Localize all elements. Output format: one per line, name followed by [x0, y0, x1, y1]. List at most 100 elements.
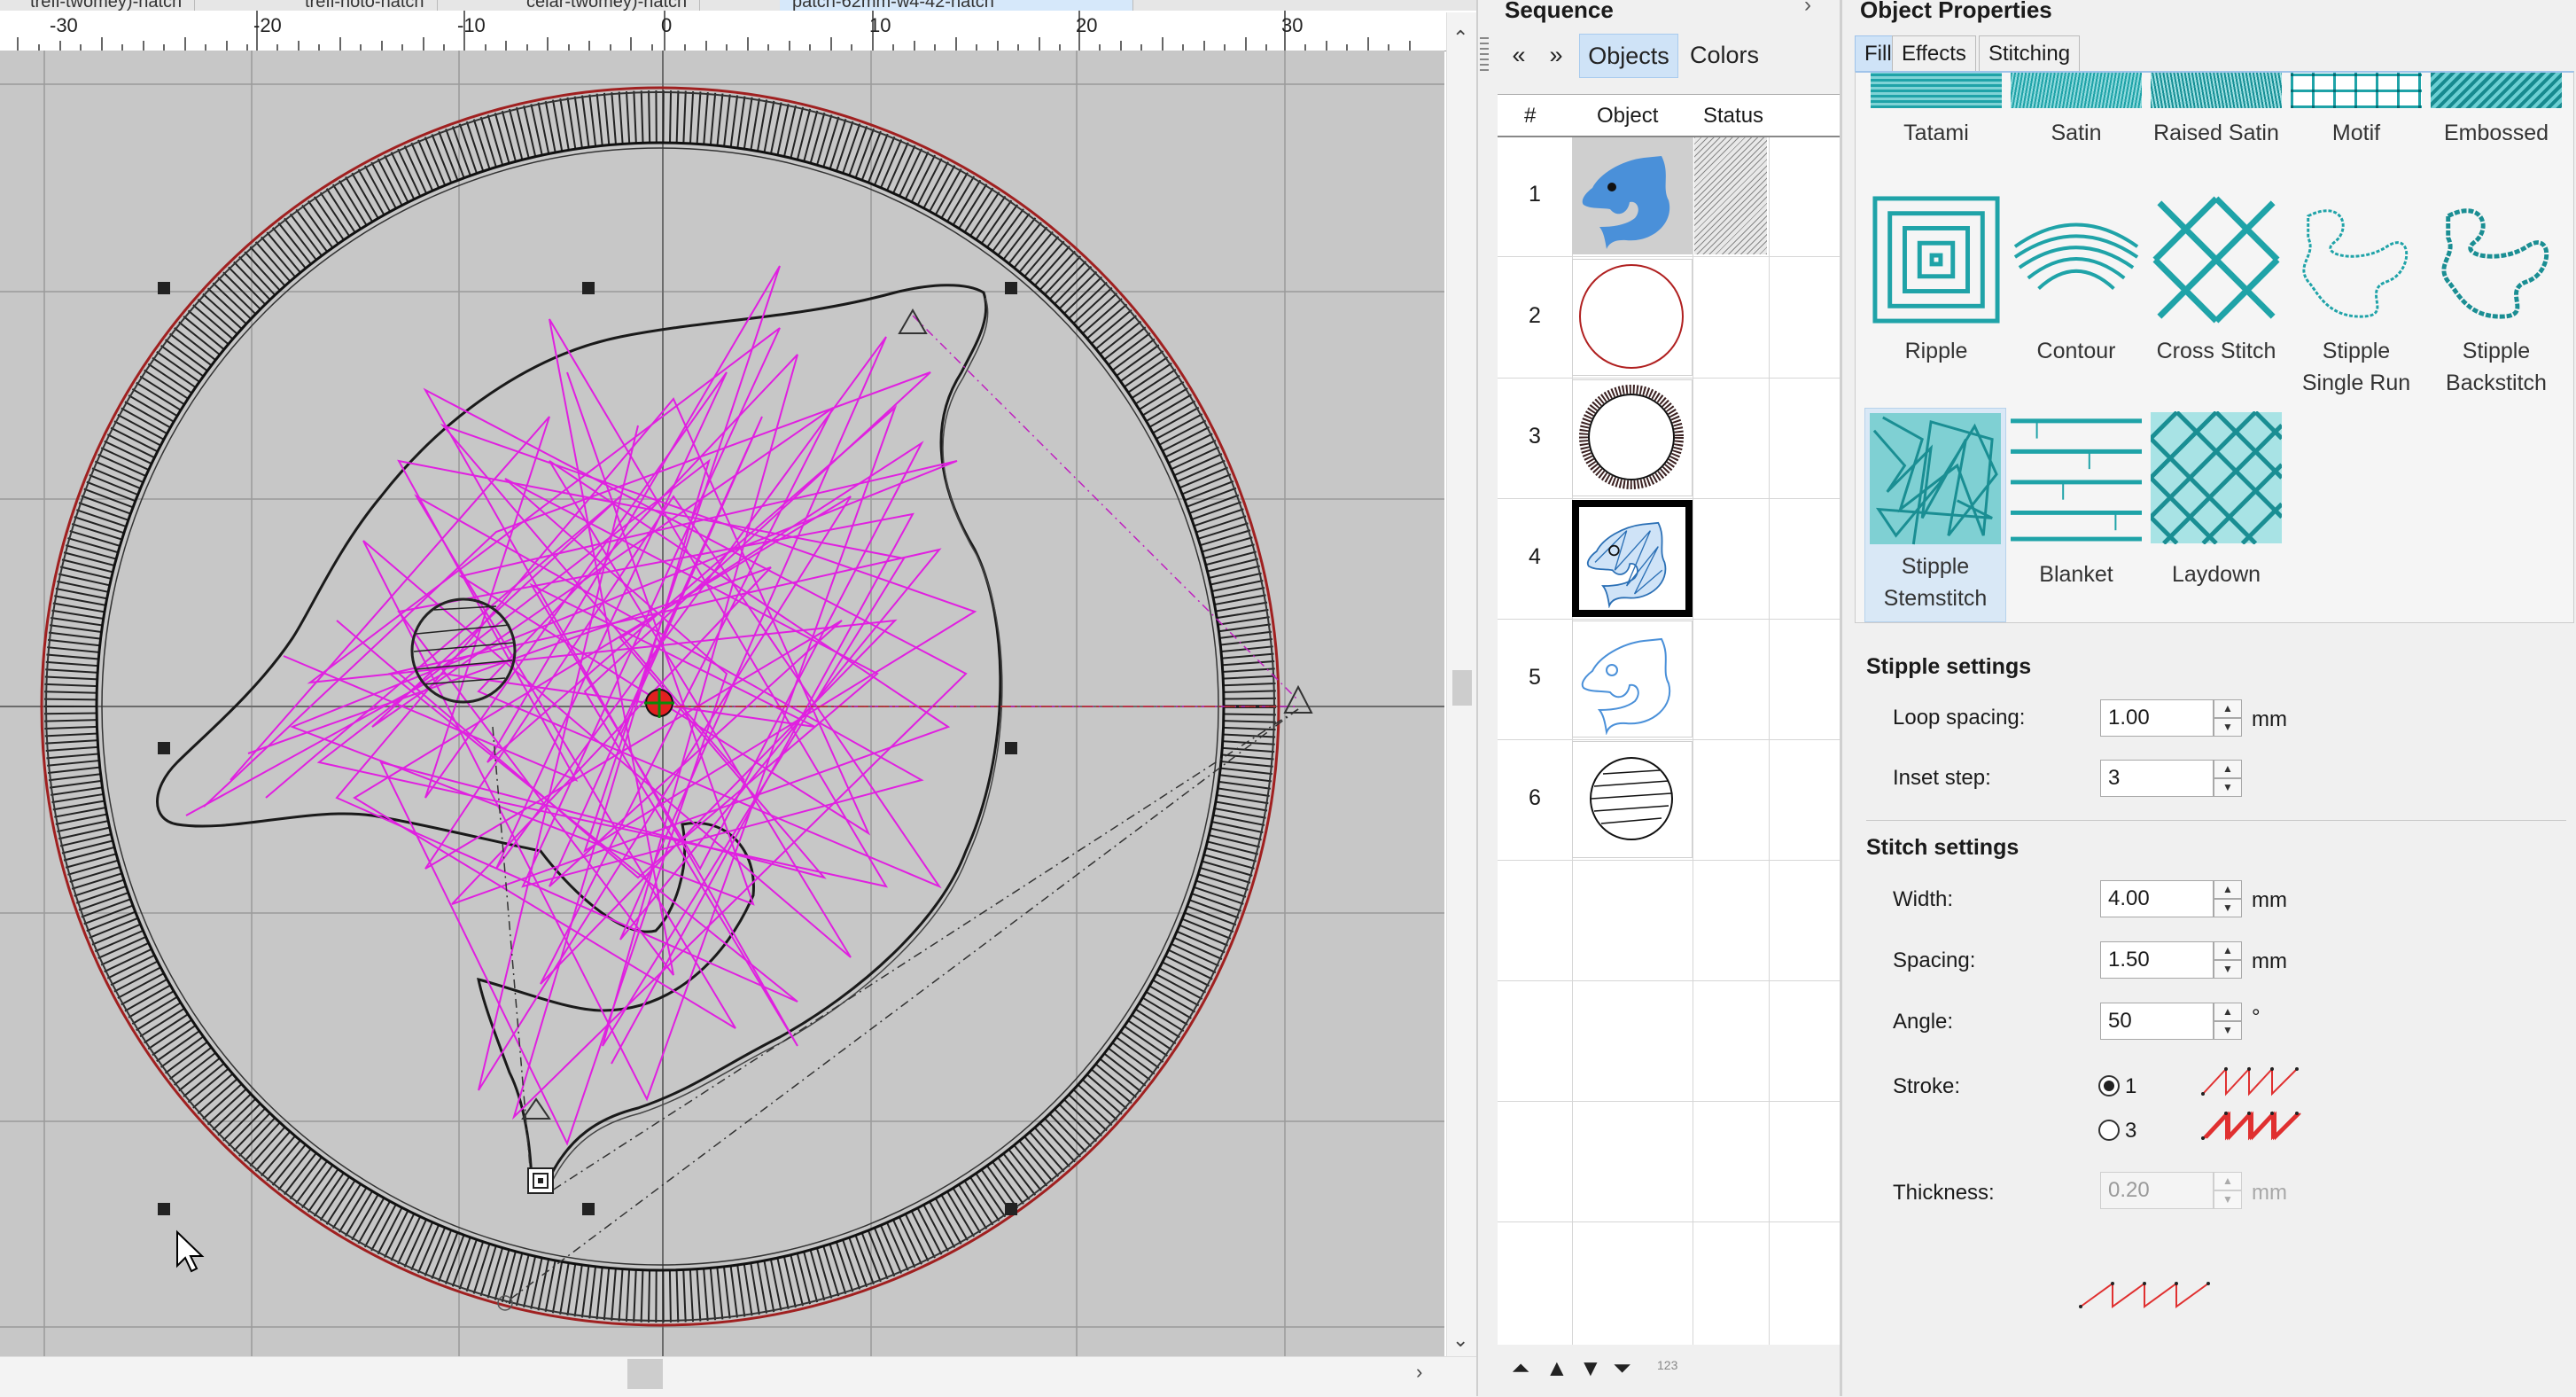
stipple-stemstitch-icon — [1870, 413, 2001, 545]
doc-tab-1[interactable]: trefl-twomey)-hatch — [18, 0, 196, 11]
horizontal-scrollbar[interactable]: › — [0, 1356, 1476, 1397]
move-to-first-button[interactable]: ⏶ — [1512, 1354, 1530, 1383]
dolphin-stipple-thumbnail[interactable] — [1572, 500, 1693, 617]
fill-label: Tatami — [1903, 121, 1969, 145]
fill-ripple[interactable]: Ripple — [1868, 193, 2004, 388]
angle-label: Angle: — [1893, 1010, 1954, 1034]
increment-icon[interactable]: ▲ — [2214, 699, 2242, 718]
chevron-right-icon[interactable]: › — [1804, 0, 1811, 18]
embroidery-design[interactable] — [0, 51, 1444, 1356]
ruler-label: -20 — [253, 14, 282, 36]
fill-label: Embossed — [2443, 121, 2549, 145]
ruler-label: 10 — [869, 14, 891, 36]
decrement-icon[interactable]: ▼ — [2214, 899, 2242, 917]
angle-input[interactable]: 50 — [2100, 1003, 2214, 1040]
sequence-row[interactable]: 4 — [1498, 498, 1840, 620]
hatched-ball-thumbnail[interactable] — [1572, 741, 1693, 858]
dolphin-filled-thumbnail[interactable] — [1572, 137, 1693, 254]
tab-objects[interactable]: Objects — [1579, 34, 1678, 78]
sequence-row[interactable]: 3 — [1498, 378, 1840, 499]
fill-raised-satin[interactable]: Raised Satin — [2148, 73, 2284, 158]
decrement-icon[interactable]: ▼ — [2214, 778, 2242, 797]
width-stepper[interactable]: 4.00 ▲ ▼ — [2100, 880, 2242, 917]
fill-laydown[interactable]: Laydown — [2148, 408, 2284, 603]
fill-tatami[interactable]: Tatami — [1868, 73, 2004, 158]
fill-label: Single Run — [2301, 371, 2411, 395]
inset-step-input[interactable]: 3 — [2100, 760, 2214, 797]
fill-motif[interactable]: Motif — [2288, 73, 2424, 158]
red-circle-thumbnail[interactable] — [1572, 259, 1693, 376]
fill-cross-stitch[interactable]: Cross Stitch — [2148, 193, 2284, 388]
properties-title: Object Properties — [1860, 0, 2052, 23]
fill-stipple-single-run[interactable]: Stipple Single Run — [2288, 193, 2424, 406]
move-down-button[interactable]: ▼ — [1579, 1354, 1602, 1382]
fill-label: Ripple — [1904, 339, 1968, 363]
inset-step-label: Inset step: — [1893, 766, 1991, 790]
fill-stipple-stemstitch[interactable]: Stipple Stemstitch — [1864, 408, 2006, 622]
dolphin-outline-thumbnail[interactable] — [1572, 620, 1693, 738]
increment-icon[interactable]: ▲ — [2214, 880, 2242, 899]
fill-embossed[interactable]: Embossed — [2428, 73, 2564, 158]
vertical-scrollbar[interactable]: ⌃ ⌄ — [1446, 12, 1477, 1356]
doc-tab-2[interactable]: trefl-noto-hatch — [292, 0, 438, 11]
sequence-row[interactable]: 5 — [1498, 619, 1840, 740]
stroke-1-radio[interactable] — [2098, 1075, 2120, 1097]
increment-icon[interactable]: ▲ — [2214, 760, 2242, 778]
move-up-button[interactable]: ▲ — [1545, 1354, 1568, 1382]
thickness-input: 0.20 — [2100, 1172, 2214, 1209]
start-marker-icon[interactable] — [898, 308, 928, 334]
scroll-down-icon[interactable]: ⌄ — [1452, 1329, 1468, 1352]
horizontal-ruler: -30 -20 -10 0 10 20 30 — [0, 11, 1453, 51]
tab-stitching[interactable]: Stitching — [1979, 35, 2081, 72]
fill-label: Stipple — [1901, 554, 1970, 579]
row-number: 5 — [1529, 665, 1541, 690]
inset-step-stepper[interactable]: 3 ▲ ▼ — [2100, 760, 2242, 797]
doc-tab-active[interactable]: patch-62mm-w4-42-hatch — [780, 0, 1133, 11]
stitch-start-icon[interactable] — [527, 1167, 554, 1194]
horizontal-scroll-thumb[interactable] — [627, 1359, 663, 1389]
decrement-icon[interactable]: ▼ — [2214, 718, 2242, 737]
spacing-input[interactable]: 1.50 — [2100, 941, 2214, 979]
decrement-icon[interactable]: ▼ — [2214, 1021, 2242, 1040]
fill-blanket[interactable]: Blanket — [2008, 408, 2144, 603]
move-to-last-button[interactable]: ⏷ — [1613, 1354, 1631, 1383]
sequence-row[interactable]: 1 — [1498, 136, 1840, 257]
laydown-fill-icon — [2151, 411, 2282, 544]
renumber-button[interactable]: 123 — [1657, 1358, 1677, 1372]
fill-label: Contour — [2036, 339, 2116, 363]
vertical-scroll-thumb[interactable] — [1452, 670, 1472, 706]
previous-button[interactable]: « — [1501, 34, 1537, 76]
tab-effects[interactable]: Effects — [1892, 35, 1976, 72]
sequence-object-list[interactable]: # Object Status 1 2 3 4 5 6 — [1498, 94, 1840, 1345]
scroll-right-icon[interactable]: › — [1416, 1361, 1422, 1384]
row-number: 3 — [1529, 424, 1541, 449]
satin-ring-thumbnail[interactable] — [1572, 379, 1693, 496]
fill-satin[interactable]: Satin — [2008, 73, 2144, 158]
motif-fill-icon — [2291, 73, 2422, 108]
increment-icon[interactable]: ▲ — [2214, 941, 2242, 960]
sequence-title: Sequence — [1505, 0, 1614, 23]
embroidery-design-area[interactable] — [0, 51, 1444, 1356]
ruler-label: 20 — [1076, 14, 1098, 36]
width-input[interactable]: 4.00 — [2100, 880, 2214, 917]
stipple-single-run-icon — [2302, 209, 2409, 318]
fill-contour[interactable]: Contour — [2008, 193, 2144, 388]
document-tab-strip: trefl-twomey)-hatch trefl-noto-hatch cel… — [0, 0, 1476, 11]
tab-colors[interactable]: Colors — [1680, 34, 1769, 76]
decrement-icon[interactable]: ▼ — [2214, 960, 2242, 979]
increment-icon[interactable]: ▲ — [2214, 1003, 2242, 1021]
fill-stipple-backstitch[interactable]: Stipple Backstitch — [2428, 193, 2564, 406]
stroke-3-radio[interactable] — [2098, 1120, 2120, 1141]
thickness-unit: mm — [2252, 1181, 2287, 1205]
scroll-up-icon[interactable]: ⌃ — [1452, 27, 1468, 50]
loop-spacing-label: Loop spacing: — [1893, 706, 2026, 730]
sequence-row[interactable]: 2 — [1498, 257, 1840, 379]
loop-spacing-stepper[interactable]: 1.00 ▲ ▼ — [2100, 699, 2242, 737]
angle-stepper[interactable]: 50 ▲ ▼ — [2100, 1003, 2242, 1040]
spacing-stepper[interactable]: 1.50 ▲ ▼ — [2100, 941, 2242, 979]
doc-tab-3[interactable]: celar-twomey)-hatch — [514, 0, 701, 11]
stipple-backstitch-icon — [2441, 208, 2549, 319]
sequence-row[interactable]: 6 — [1498, 739, 1840, 861]
next-button[interactable]: » — [1538, 34, 1574, 76]
loop-spacing-input[interactable]: 1.00 — [2100, 699, 2214, 737]
